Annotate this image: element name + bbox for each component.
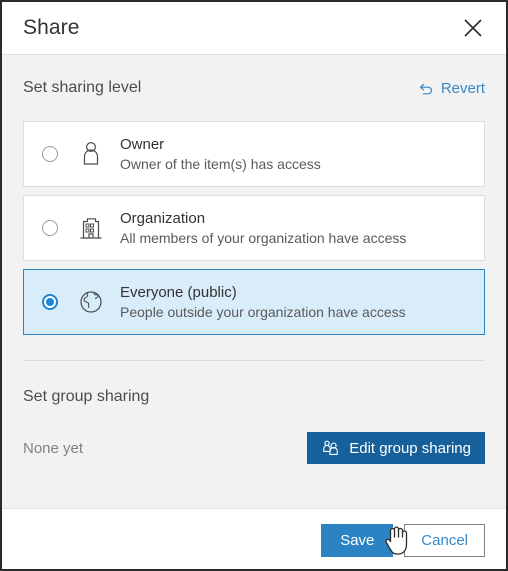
option-text: Organization All members of your organiz… xyxy=(120,209,406,248)
group-empty-text: None yet xyxy=(23,439,84,457)
cancel-button[interactable]: Cancel xyxy=(404,523,485,557)
edit-group-sharing-button[interactable]: Edit group sharing xyxy=(307,432,485,464)
dialog-title: Share xyxy=(23,16,80,39)
option-label: Organization xyxy=(120,209,206,227)
globe-icon xyxy=(76,289,106,315)
building-icon xyxy=(76,214,106,242)
option-label: Everyone (public) xyxy=(120,283,237,301)
revert-button[interactable]: Revert xyxy=(419,80,485,97)
person-icon xyxy=(76,140,106,168)
dialog-header: Share xyxy=(2,2,506,55)
radio-everyone[interactable] xyxy=(42,294,58,310)
users-group-icon xyxy=(321,439,340,457)
option-label: Owner xyxy=(120,135,165,153)
sharing-level-header: Set sharing level Revert xyxy=(23,55,485,121)
sharing-option-owner[interactable]: Owner Owner of the item(s) has access xyxy=(23,121,485,187)
option-description: All members of your organization have ac… xyxy=(120,229,407,246)
undo-arrow-icon xyxy=(419,81,434,95)
save-button[interactable]: Save xyxy=(321,523,394,557)
group-sharing-row: None yet Edit group sharing xyxy=(23,432,485,464)
option-description: Owner of the item(s) has access xyxy=(120,155,321,172)
section-divider xyxy=(23,360,485,361)
radio-organization[interactable] xyxy=(42,220,58,236)
option-text: Everyone (public) People outside your or… xyxy=(120,283,406,322)
radio-owner[interactable] xyxy=(42,146,58,162)
dialog-body: Set sharing level Revert Owner Owner of … xyxy=(2,55,506,555)
revert-label: Revert xyxy=(440,79,485,97)
close-icon[interactable] xyxy=(458,13,488,43)
sharing-option-organization[interactable]: Organization All members of your organiz… xyxy=(23,195,485,261)
sharing-option-everyone[interactable]: Everyone (public) People outside your or… xyxy=(23,269,485,335)
group-sharing-title: Set group sharing xyxy=(23,388,150,405)
sharing-level-title: Set sharing level xyxy=(23,79,142,96)
option-text: Owner Owner of the item(s) has access xyxy=(120,135,321,174)
dialog-footer: Save Cancel xyxy=(2,508,506,569)
edit-group-sharing-label: Edit group sharing xyxy=(349,439,471,457)
option-description: People outside your organization have ac… xyxy=(120,303,406,320)
share-dialog: Share Set sharing level Revert Owner Own… xyxy=(0,0,508,571)
